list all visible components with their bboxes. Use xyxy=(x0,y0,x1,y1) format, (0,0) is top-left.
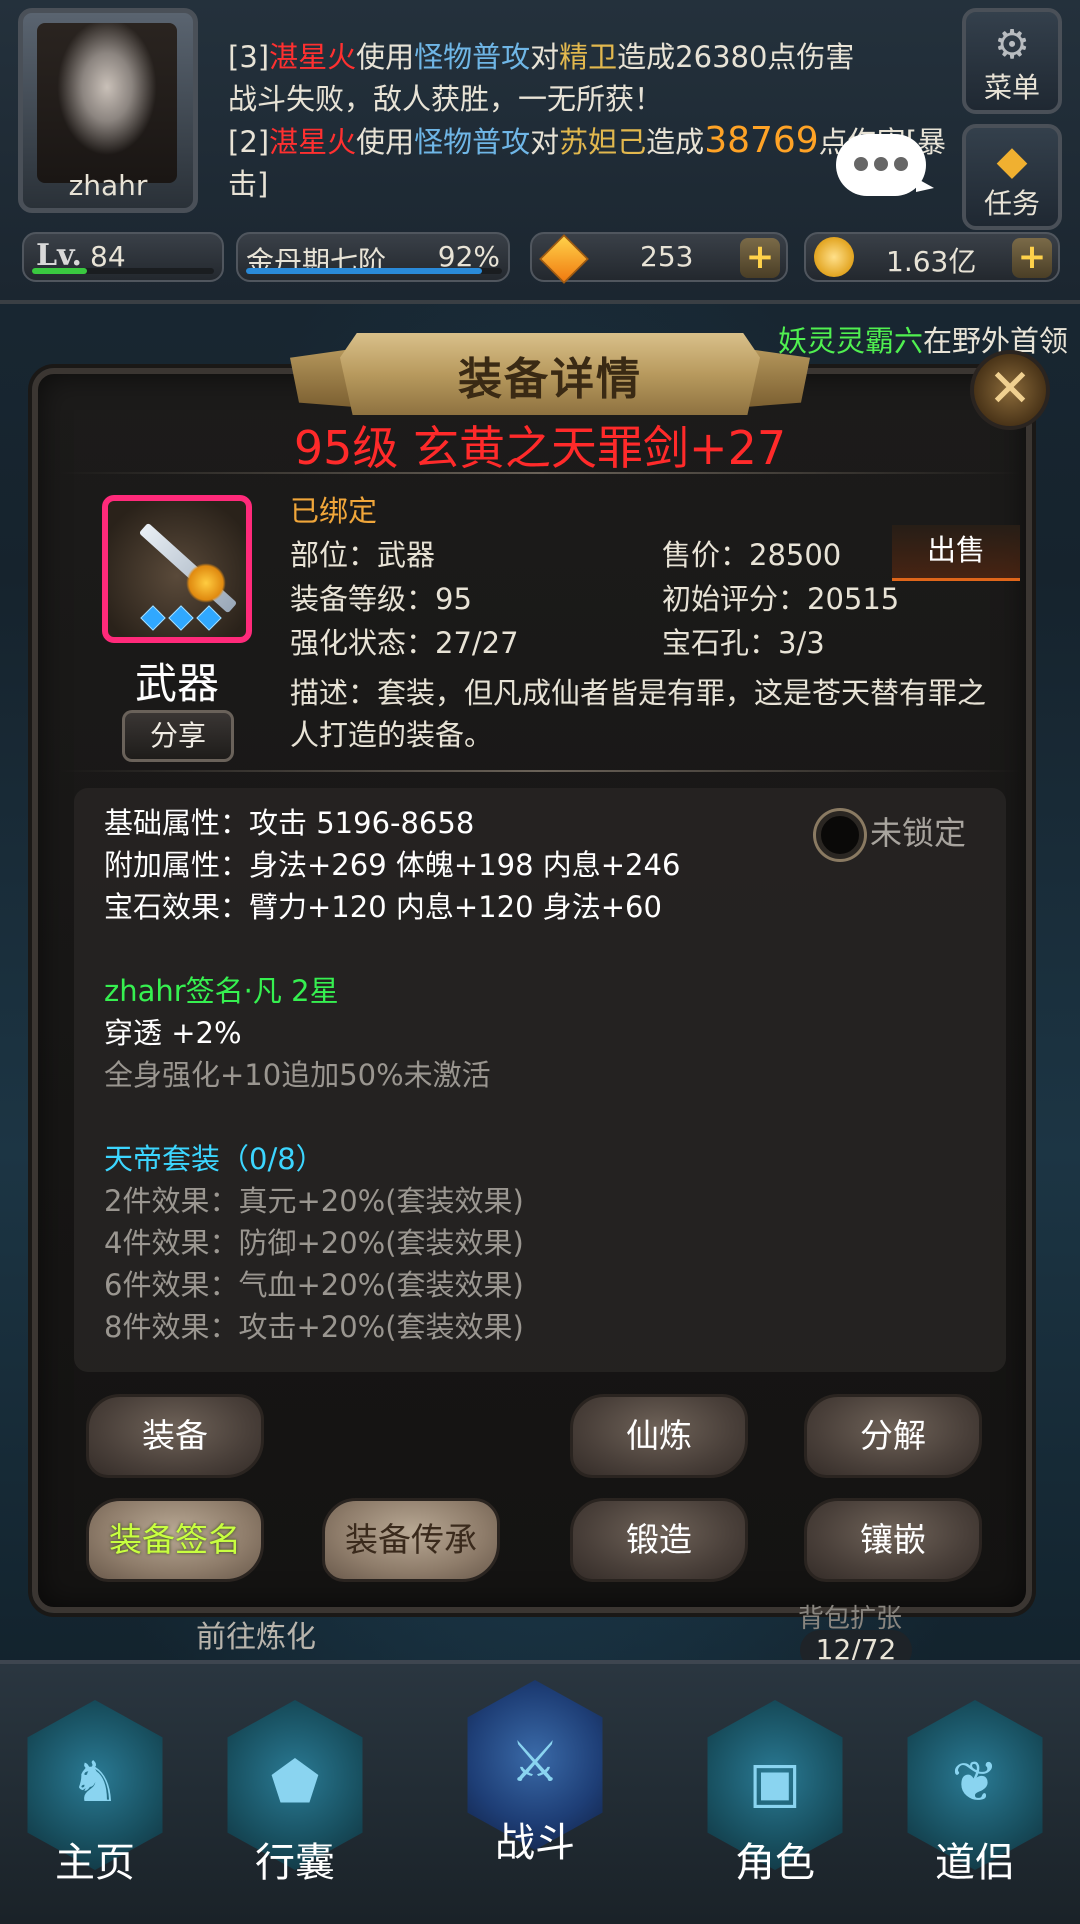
item-description: 描述：套装，但凡成仙者皆是有罪，这是苍天替有罪之人打造的装备。 xyxy=(290,676,987,752)
item-icon[interactable] xyxy=(102,495,252,643)
set-bonus-4: 4件效果：防御+20%(套装效果) xyxy=(104,1226,524,1260)
gem-box: 253 + xyxy=(530,232,788,284)
gold-box: 1.63亿 + xyxy=(804,232,1060,282)
lock-icon xyxy=(816,811,864,859)
log-text: 对 xyxy=(530,40,560,74)
nav-home[interactable]: ♞ 主页 xyxy=(0,1690,190,1920)
log-target: 苏妲己 xyxy=(559,125,647,159)
nav-bag-label: 行囊 xyxy=(255,1840,335,1886)
gem-bag-icon: ⬟ xyxy=(270,1750,320,1815)
player-name: zhahr xyxy=(68,169,148,202)
gold-count: 1.63亿 xyxy=(886,245,977,278)
base-attribute: 基础属性：攻击 5196-8658 xyxy=(104,806,475,840)
pierce-stat: 穿透 +2% xyxy=(104,1016,242,1050)
level-box: Lv. 84 xyxy=(22,232,224,282)
signature-title: zhahr签名·凡 2星 xyxy=(104,974,339,1008)
realm-label: 金丹期七阶 xyxy=(246,245,387,278)
chat-dots xyxy=(854,156,914,175)
divider xyxy=(60,770,1020,772)
gear-icon: ⚙ xyxy=(994,22,1030,68)
log-target: 精卫 xyxy=(559,40,618,74)
nav-battle-label: 战斗 xyxy=(495,1820,575,1866)
sign-equipment-button[interactable]: 装备签名 xyxy=(86,1498,264,1582)
level-progress xyxy=(32,268,214,274)
log-index: [2] xyxy=(228,125,270,159)
coin-icon xyxy=(814,237,854,277)
item-title: 95级 玄黄之天罪剑+27 xyxy=(293,421,787,475)
dragon-icon: ♞ xyxy=(69,1750,121,1815)
log-text: 使用 xyxy=(356,125,415,159)
item-slot: 部位：武器 xyxy=(290,538,436,572)
divider xyxy=(60,472,1020,474)
inherit-equipment-button[interactable]: 装备传承 xyxy=(322,1498,500,1582)
log-skill: 怪物普攻 xyxy=(414,40,531,74)
chest-icon: ▣ xyxy=(748,1750,802,1815)
log-skill: 怪物普攻 xyxy=(414,125,531,159)
sword-icon xyxy=(138,522,238,614)
decompose-button[interactable]: 分解 xyxy=(804,1394,982,1478)
nav-partner[interactable]: ❦ 道侣 xyxy=(880,1690,1070,1920)
set-name: 天帝套装（0/8） xyxy=(104,1142,325,1176)
log-line: [3]湛星火使用怪物普攻对精卫造成26380点伤害 xyxy=(228,36,948,78)
gem-effect: 宝石效果：臂力+120 内息+120 身法+60 xyxy=(104,890,662,924)
lock-label: 未锁定 xyxy=(870,814,967,852)
sell-price: 售价：28500 xyxy=(662,538,842,572)
modal-title: 装备详情 xyxy=(458,354,642,405)
initial-score: 初始评分：20515 xyxy=(662,582,900,616)
share-button[interactable]: 分享 xyxy=(122,710,234,762)
log-text: 造成26380点伤害 xyxy=(617,40,855,74)
equip-button[interactable]: 装备 xyxy=(86,1394,264,1478)
extra-attribute: 附加属性：身法+269 体魄+198 内息+246 xyxy=(104,848,681,882)
log-actor: 湛星火 xyxy=(269,125,357,159)
avatar-portrait xyxy=(37,23,177,183)
set-bonus-6: 6件效果：气血+20%(套装效果) xyxy=(104,1268,524,1302)
set-bonus-8: 8件效果：攻击+20%(套装效果) xyxy=(104,1310,524,1344)
nav-partner-label: 道侣 xyxy=(935,1840,1015,1886)
nav-battle[interactable]: ⚔ 战斗 xyxy=(440,1670,630,1900)
socket-gems xyxy=(140,605,228,631)
task-label: 任务 xyxy=(983,187,1040,220)
nav-role-label: 角色 xyxy=(735,1840,815,1886)
chat-bubble-icon[interactable] xyxy=(836,134,934,196)
refine-button[interactable]: 仙炼 xyxy=(570,1394,748,1478)
inactive-bonus: 全身强化+10追加50%未激活 xyxy=(104,1058,491,1092)
realm-progress xyxy=(246,268,502,274)
fox-icon: ❦ xyxy=(951,1750,999,1815)
enhance-status: 强化状态：27/27 xyxy=(290,626,519,660)
forge-button[interactable]: 锻造 xyxy=(570,1498,748,1582)
log-damage: 38769 xyxy=(704,120,819,161)
item-level: 装备等级：95 xyxy=(290,582,472,616)
log-line: 战斗失败，敌人获胜，一无所获！ xyxy=(228,82,664,116)
close-icon: ✕ xyxy=(988,359,1032,419)
inlay-button[interactable]: 镶嵌 xyxy=(804,1498,982,1582)
log-text: 造成 xyxy=(646,125,705,159)
add-gold-button[interactable]: + xyxy=(1012,238,1052,278)
sell-button[interactable]: 出售 xyxy=(892,525,1020,581)
sword-icon: ⚔ xyxy=(509,1730,561,1795)
title-scroll: 装备详情 xyxy=(290,325,810,425)
gem-sockets: 宝石孔：3/3 xyxy=(662,626,825,660)
stats-bar: Lv. 84 金丹期七阶 92% 253 + 1.63亿 + xyxy=(0,226,1080,288)
gem-icon xyxy=(539,234,589,284)
goto-refine-link[interactable]: 前往炼化 xyxy=(196,1612,316,1656)
set-bonus-2: 2件效果：真元+20%(套装效果) xyxy=(104,1184,524,1218)
menu-label: 菜单 xyxy=(983,71,1040,104)
nav-bag[interactable]: ⬟ 行囊 xyxy=(200,1690,390,1920)
gem-count: 253 xyxy=(640,240,694,273)
menu-button[interactable]: ⚙ 菜单 xyxy=(962,8,1062,114)
realm-box: 金丹期七阶 92% xyxy=(236,232,510,282)
item-type: 武器 xyxy=(134,659,219,708)
player-avatar[interactable]: zhahr xyxy=(18,8,198,213)
log-actor: 湛星火 xyxy=(269,40,357,74)
lock-toggle[interactable]: 未锁定 xyxy=(816,808,966,859)
bound-status: 已绑定 xyxy=(290,494,378,528)
log-text: 使用 xyxy=(356,40,415,74)
add-gems-button[interactable]: + xyxy=(740,238,780,278)
log-index: [3] xyxy=(228,40,270,74)
nav-role[interactable]: ▣ 角色 xyxy=(680,1690,870,1920)
nav-home-label: 主页 xyxy=(55,1840,135,1886)
diamond-icon: ◆ xyxy=(996,138,1028,184)
task-button[interactable]: ◆ 任务 xyxy=(962,124,1062,230)
log-text: 对 xyxy=(530,125,560,159)
